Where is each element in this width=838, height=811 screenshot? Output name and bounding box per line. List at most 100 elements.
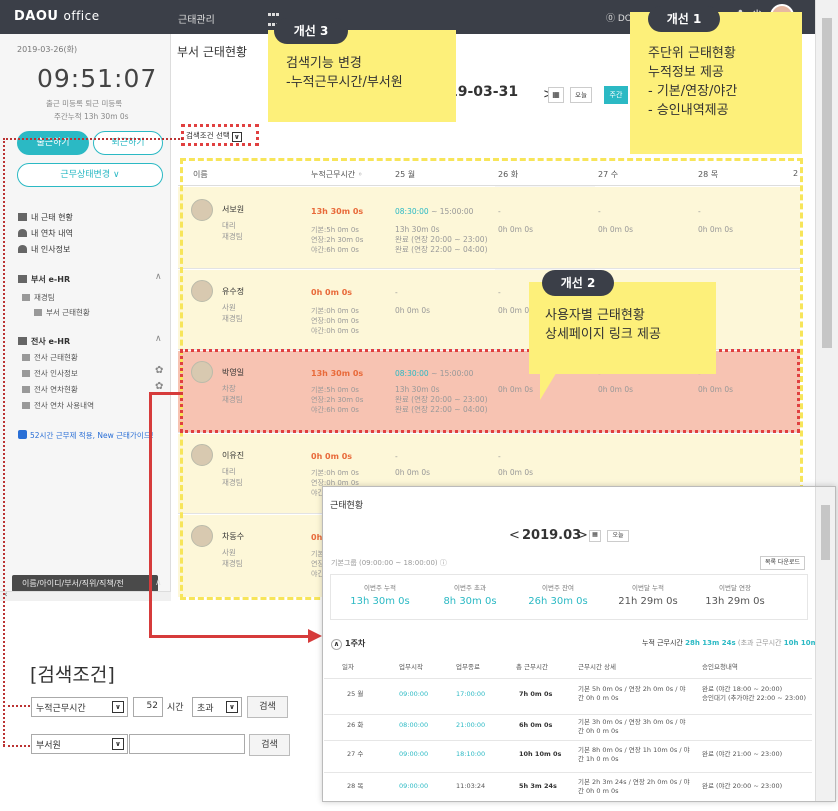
week-toggle[interactable]: ∧ 1주차 [331,638,365,650]
change-status-button[interactable]: 근무상태변경 ∨ [17,163,163,187]
row-start: 08:00:00 [399,721,429,729]
sidebar-section-dept[interactable]: 부서 e-HR [18,274,70,285]
people-search-input[interactable]: 이름/아이디/부서/직위/직책/전 [12,575,158,592]
row-total: 6h 0m 0s [519,721,553,729]
sidebar-item-company-attendance[interactable]: 전사 근태현황 [22,352,78,363]
week-total: 누적 근무시간 28h 13m 24s (초과 근무시간 10h 10m 0s) [642,638,833,648]
folder-icon [22,370,30,377]
connector-line [3,138,5,746]
sidebar-item-label: 내 인사정보 [31,245,71,254]
week-view-button[interactable]: 주간 [604,86,628,104]
logo[interactable]: DAOU office [14,9,100,24]
hours-unit: 시간 [167,703,184,713]
section-label: 부서 e-HR [31,275,71,284]
row-detail: 기본 3h 0m 0s / 연장 3h 0m 0s / 야간 0h 0 m 0s [578,718,686,735]
callout-badge: 개선 1 [648,6,720,32]
hours-input[interactable]: 52 [133,697,163,717]
popup-scrollbar[interactable] [815,487,835,801]
checkin-status: 출근 미등록 퇴근 미등록 [46,99,123,108]
search-button[interactable]: 검색 [247,696,288,718]
search-condition-label: 검색조건 선택 [186,131,230,140]
sidebar-item-my-hr[interactable]: 내 인사정보 [18,244,70,255]
callout-badge: 개선 2 [542,270,614,296]
row-total: 10h 10m 0s [519,750,562,758]
row-start: 09:00:00 [399,690,429,698]
sidebar-item-my-leave[interactable]: 내 연차 내역 [18,228,73,239]
org-chart-icon [18,275,27,283]
connector-line [149,392,152,638]
page-icon [22,354,30,361]
table-row[interactable]: 28 목 09:00:00 11:03:24 5h 3m 24s 기본 2h 3… [324,772,812,800]
summary-label: 이번주 초과 [454,584,486,592]
condition-select[interactable]: 누적근무시간 ∨ [31,697,128,717]
calendar-icon[interactable]: ▦ [548,87,564,103]
chevron-down-icon: ∨ [226,701,238,713]
sidebar-item-label: 재경팀 [34,293,55,302]
person-icon [18,245,27,253]
sidebar-hscrollbar[interactable]: ‹ [0,590,171,601]
row-end: 18:10:00 [456,750,486,758]
today-button[interactable]: 오늘 [570,87,592,103]
summary-value: 13h 30m 0s [350,596,410,607]
folder-icon [22,294,30,301]
sidebar-item-my-attendance[interactable]: 내 근태 현황 [18,212,73,223]
row-date: 28 목 [347,782,364,790]
today-date: 2019-03-26(화) [17,45,78,54]
sidebar-item-company-leave-usage[interactable]: 전사 연차 사용내역 [22,400,94,411]
bookmark-icon [18,430,27,439]
download-list-button[interactable]: 목록 다운로드 [760,556,805,570]
checkin-button[interactable]: 출근하기 [17,131,89,155]
sidebar-item-team[interactable]: 재경팀 [22,292,55,303]
chevron-down-icon: ∨ [231,132,242,142]
connector-line [3,745,30,747]
person-icon [18,229,27,237]
connector-line [3,138,183,140]
member-select-value: 부서원 [36,741,61,751]
page-icon [34,309,42,316]
logo-suffix: office [63,9,100,23]
popup-title: 근태현황 [330,501,364,511]
row-start: 09:00:00 [399,782,429,790]
notice-link[interactable]: 52시간 근무제 적용, New 근태가이드! [18,430,154,441]
callout-line: 누적정보 제공 [648,65,724,80]
calendar-icon[interactable]: ▦ [589,530,601,542]
table-row[interactable]: 27 수 09:00:00 18:10:00 10h 10m 0s 기본 8h … [324,740,812,772]
summary-label: 이번주 잔여 [542,584,574,592]
sidebar-section-company[interactable]: 전사 e-HR [18,336,70,347]
checkout-button[interactable]: 퇴근하기 [93,131,163,155]
row-date: 27 수 [347,750,364,758]
sidebar-item-company-hr[interactable]: 전사 인사정보 [22,368,78,379]
scrollbar-thumb[interactable] [822,18,832,348]
sidebar-item-company-leave[interactable]: 전사 연차현황 [22,384,78,395]
operator-select[interactable]: 초과 ∨ [192,697,242,717]
summary-label: 이번달 누적 [632,584,664,592]
chevron-up-icon[interactable]: ∧ [155,334,162,344]
scrollbar-thumb[interactable] [821,505,830,560]
summary-value: 8h 30m 0s [443,596,497,607]
table-row[interactable]: 26 화 08:00:00 21:00:00 6h 0m 0s 기본 3h 0m… [324,714,812,738]
search-condition-select[interactable]: 검색조건 선택 ∨ [186,130,242,142]
search-button[interactable]: 검색 [249,734,290,756]
table-row[interactable]: 25 월 09:00:00 17:00:00 7h 0m 0s 기본 5h 0m… [324,678,812,714]
row-end: 17:00:00 [456,690,486,698]
gear-icon[interactable]: ✿ [155,365,163,376]
callout-text: 사용자별 근태현황 상세페이지 링크 제공 [545,306,661,344]
gear-icon[interactable]: ✿ [155,381,163,392]
callout-line: - 기본/연장/야간 [648,84,738,99]
sidebar-item-label: 내 연차 내역 [31,229,73,238]
week-total-value: 28h 13m 24s [685,639,736,647]
member-select[interactable]: 부서원 ∨ [31,734,128,754]
summary-label: 이번주 누적 [364,584,396,592]
chevron-up-icon[interactable]: ∧ [155,578,162,588]
next-month-button[interactable]: > [577,528,588,543]
today-button[interactable]: 오늘 [607,530,629,542]
nav-attendance[interactable]: 근태관리 [178,11,215,26]
col-detail: 근무시간 상세 [578,663,616,671]
row-approval: 완료 (야간 20:00 ~ 23:00) [702,782,783,790]
chevron-up-icon: ∧ [331,639,342,650]
sidebar-item-dept-attendance[interactable]: 부서 근태현황 [34,307,90,318]
chevron-up-icon[interactable]: ∧ [155,272,162,282]
member-input[interactable] [129,734,245,754]
prev-month-button[interactable]: < [509,528,520,543]
sidebar-item-label: 전사 인사정보 [34,369,78,378]
